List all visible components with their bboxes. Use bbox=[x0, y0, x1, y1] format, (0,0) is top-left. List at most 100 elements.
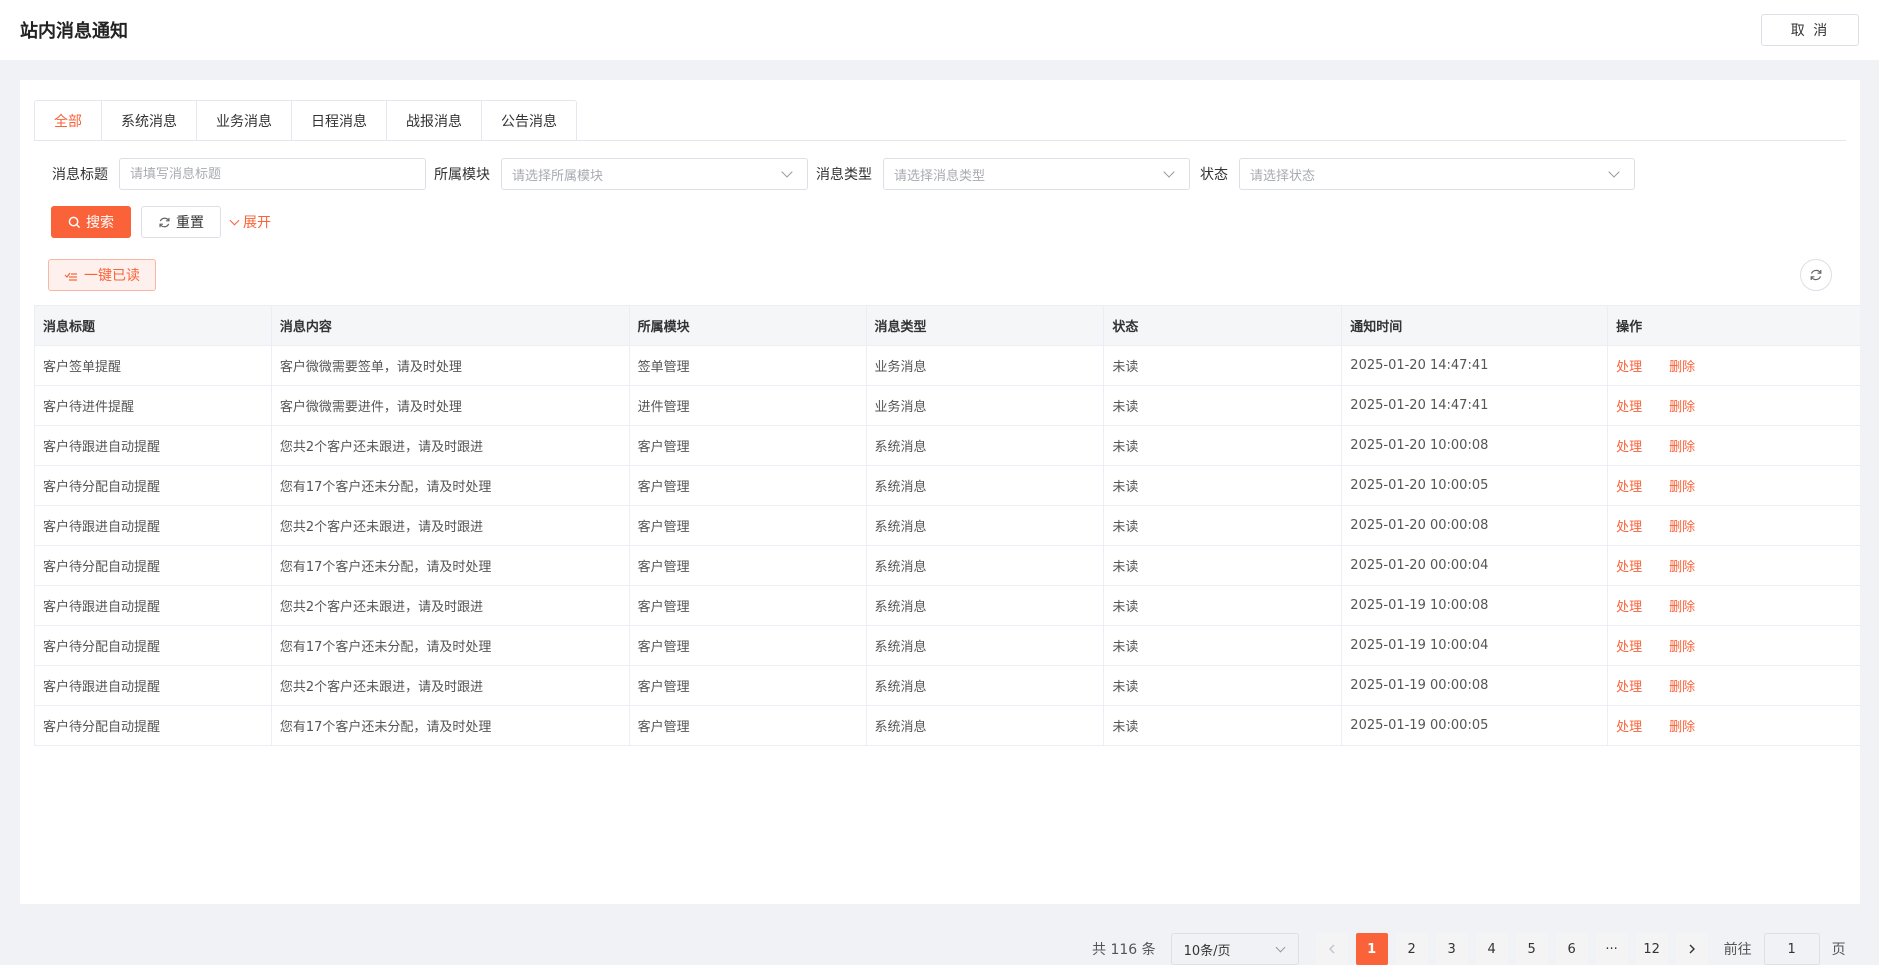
search-button[interactable]: 搜索 bbox=[51, 206, 131, 238]
page-size-select[interactable]: 10条/页 bbox=[1170, 933, 1299, 965]
handle-link[interactable]: 处理 bbox=[1616, 356, 1642, 375]
tab-0[interactable]: 全部 bbox=[35, 101, 102, 141]
table-cell: 2025-01-20 14:47:41 bbox=[1342, 386, 1609, 425]
next-page-button[interactable] bbox=[1675, 933, 1708, 965]
table-row: 客户待分配自动提醒 您有17个客户还未分配，请及时处理 客户管理 系统消息 未读 2025… bbox=[35, 706, 1860, 746]
tab-4[interactable]: 战报消息 bbox=[387, 101, 482, 141]
table-cell: 客户签单提醒 bbox=[35, 346, 272, 385]
page-button[interactable]: 4 bbox=[1475, 933, 1508, 965]
page-button[interactable]: 6 bbox=[1555, 933, 1588, 965]
table-cell: 客户待分配自动提醒 bbox=[35, 466, 272, 505]
tab-2[interactable]: 业务消息 bbox=[197, 101, 292, 141]
handle-link[interactable]: 处理 bbox=[1616, 716, 1642, 735]
table-cell: 2025-01-19 00:00:08 bbox=[1342, 666, 1609, 705]
table-row: 客户待跟进自动提醒 您共2个客户还未跟进，请及时跟进 客户管理 系统消息 未读 2025-… bbox=[35, 586, 1860, 626]
table-cell: 您有17个客户还未分配，请及时处理 bbox=[272, 626, 630, 665]
handle-link[interactable]: 处理 bbox=[1616, 516, 1642, 535]
row-actions: 处理 删除 bbox=[1608, 506, 1860, 545]
more-pages-button[interactable]: ··· bbox=[1595, 933, 1628, 965]
page-button[interactable]: 2 bbox=[1395, 933, 1428, 965]
table-cell: 系统消息 bbox=[867, 706, 1105, 745]
status-select[interactable]: 请选择状态 bbox=[1239, 158, 1635, 190]
table-cell: 客户管理 bbox=[630, 466, 867, 505]
page-title: 站内消息通知 bbox=[20, 21, 128, 42]
table-cell: 未读 bbox=[1104, 466, 1343, 505]
top-header: 站内消息通知 取 消 bbox=[0, 0, 1879, 60]
handle-link[interactable]: 处理 bbox=[1616, 476, 1642, 495]
table-cell: 客户管理 bbox=[630, 506, 867, 545]
chevron-down-icon bbox=[1608, 166, 1620, 178]
title-filter-input[interactable] bbox=[130, 166, 415, 182]
table-cell: 客户待跟进自动提醒 bbox=[35, 426, 272, 465]
refresh-icon bbox=[159, 217, 170, 227]
table-cell: 2025-01-19 10:00:04 bbox=[1342, 626, 1609, 665]
cancel-button[interactable]: 取 消 bbox=[1761, 14, 1859, 46]
table-cell: 客户待跟进自动提醒 bbox=[35, 666, 272, 705]
handle-link[interactable]: 处理 bbox=[1616, 636, 1642, 655]
tab-1[interactable]: 系统消息 bbox=[102, 101, 197, 141]
table-cell: 系统消息 bbox=[867, 586, 1105, 625]
delete-link[interactable]: 删除 bbox=[1669, 516, 1695, 535]
table-cell: 未读 bbox=[1104, 386, 1343, 425]
table-cell: 未读 bbox=[1104, 586, 1343, 625]
delete-link[interactable]: 删除 bbox=[1669, 716, 1695, 735]
delete-link[interactable]: 删除 bbox=[1669, 436, 1695, 455]
tab-5[interactable]: 公告消息 bbox=[482, 101, 576, 141]
delete-link[interactable]: 删除 bbox=[1669, 476, 1695, 495]
page-list: 1 2 3 4 5 6 ··· 12 bbox=[1355, 933, 1676, 965]
table-cell: 您有17个客户还未分配，请及时处理 bbox=[272, 466, 630, 505]
column-header: 所属模块 bbox=[630, 306, 867, 345]
module-filter-label: 所属模块 bbox=[434, 167, 490, 183]
delete-link[interactable]: 删除 bbox=[1669, 596, 1695, 615]
delete-link[interactable]: 删除 bbox=[1669, 556, 1695, 575]
goto-label: 前往 bbox=[1723, 942, 1752, 958]
row-actions: 处理 删除 bbox=[1608, 626, 1860, 665]
table-cell: 系统消息 bbox=[867, 506, 1105, 545]
search-button-label: 搜索 bbox=[86, 215, 114, 231]
table-cell: 您共2个客户还未跟进，请及时跟进 bbox=[272, 586, 630, 625]
handle-link[interactable]: 处理 bbox=[1616, 396, 1642, 415]
module-select[interactable]: 请选择所属模块 bbox=[501, 158, 808, 190]
page-button[interactable]: 3 bbox=[1435, 933, 1468, 965]
mark-all-read-label: 一键已读 bbox=[84, 268, 140, 284]
chevron-down-icon bbox=[1163, 166, 1175, 178]
delete-link[interactable]: 删除 bbox=[1669, 356, 1695, 375]
table-cell: 进件管理 bbox=[630, 386, 867, 425]
check-list-icon bbox=[64, 272, 77, 281]
table-cell: 2025-01-19 10:00:08 bbox=[1342, 586, 1609, 625]
table-cell: 系统消息 bbox=[867, 626, 1105, 665]
handle-link[interactable]: 处理 bbox=[1616, 436, 1642, 455]
refresh-icon bbox=[1810, 269, 1822, 281]
handle-link[interactable]: 处理 bbox=[1616, 676, 1642, 695]
table-cell: 您共2个客户还未跟进，请及时跟进 bbox=[272, 426, 630, 465]
delete-link[interactable]: 删除 bbox=[1669, 636, 1695, 655]
expand-filters-link[interactable]: 展开 bbox=[229, 212, 271, 232]
type-select[interactable]: 请选择消息类型 bbox=[883, 158, 1190, 190]
page-button[interactable]: 5 bbox=[1515, 933, 1548, 965]
filter-actions: 搜索 重置 展开 bbox=[51, 206, 271, 238]
handle-link[interactable]: 处理 bbox=[1616, 556, 1642, 575]
page-button[interactable]: 12 bbox=[1635, 933, 1668, 965]
mark-all-read-button[interactable]: 一键已读 bbox=[48, 259, 156, 291]
reset-button[interactable]: 重置 bbox=[141, 206, 221, 238]
prev-page-button[interactable] bbox=[1315, 933, 1348, 965]
row-actions: 处理 删除 bbox=[1608, 546, 1860, 585]
tab-3[interactable]: 日程消息 bbox=[292, 101, 387, 141]
table-cell: 未读 bbox=[1104, 346, 1343, 385]
expand-label: 展开 bbox=[243, 215, 271, 231]
row-actions: 处理 删除 bbox=[1608, 706, 1860, 745]
chevron-left-icon bbox=[1328, 944, 1335, 954]
table-cell: 客户管理 bbox=[630, 706, 867, 745]
filter-row: 消息标题 所属模块 请选择所属模块 消息类型 请选择消息类型 状态 请选择状态 bbox=[34, 158, 1846, 190]
refresh-table-button[interactable] bbox=[1800, 259, 1832, 291]
delete-link[interactable]: 删除 bbox=[1669, 396, 1695, 415]
table-cell: 客户待进件提醒 bbox=[35, 386, 272, 425]
goto-page-input[interactable]: 1 bbox=[1763, 933, 1820, 965]
column-header: 消息标题 bbox=[35, 306, 272, 345]
title-filter-field[interactable] bbox=[119, 158, 426, 190]
table-cell: 未读 bbox=[1104, 706, 1343, 745]
handle-link[interactable]: 处理 bbox=[1616, 596, 1642, 615]
type-select-placeholder: 请选择消息类型 bbox=[894, 168, 986, 184]
delete-link[interactable]: 删除 bbox=[1669, 676, 1695, 695]
page-button[interactable]: 1 bbox=[1355, 933, 1388, 965]
